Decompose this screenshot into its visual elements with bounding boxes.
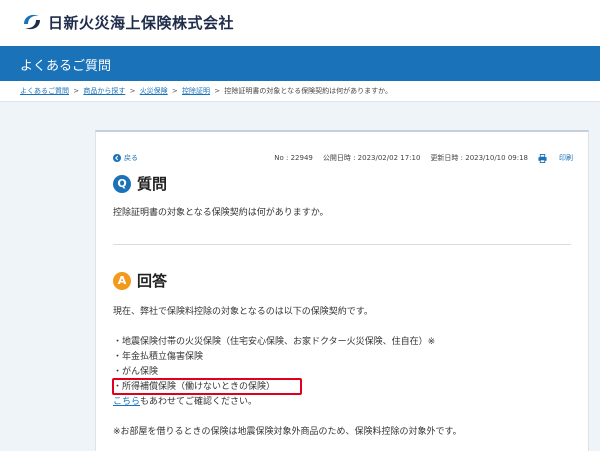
print-button[interactable]: 印刷 (538, 152, 573, 164)
back-link[interactable]: 戻る (113, 152, 138, 164)
faq-meta-row: 戻る No : 22949 公開日時 : 2023/02/02 17:10 更新… (113, 152, 573, 164)
see-also-line: こちらもあわせてご確認ください。 (113, 395, 462, 410)
updated-date: 更新日時 : 2023/10/10 09:18 (430, 154, 528, 162)
breadcrumb-search-by-product[interactable]: 商品から探す (83, 87, 125, 95)
highlight-box (112, 378, 302, 395)
faq-card: 戻る No : 22949 公開日時 : 2023/02/02 17:10 更新… (95, 130, 589, 451)
faq-number: No : 22949 (274, 154, 313, 162)
page-title-bar: よくあるご質問 (0, 46, 600, 81)
company-name: 日新火災海上保険株式会社 (48, 13, 235, 32)
answer-badge-icon: A (113, 271, 131, 290)
printer-icon (538, 153, 547, 163)
breadcrumb-separator: > (73, 87, 80, 95)
faq-meta-info: No : 22949 公開日時 : 2023/02/02 17:10 更新日時 … (264, 152, 573, 164)
question-badge-icon: Q (113, 174, 131, 193)
question-heading: Q 質問 (113, 173, 167, 194)
back-arrow-icon (113, 154, 121, 162)
breadcrumb-separator: > (171, 87, 178, 95)
breadcrumb-separator: > (214, 87, 221, 95)
answer-title: 回答 (137, 272, 168, 290)
see-also-link[interactable]: こちら (113, 397, 140, 407)
breadcrumb: よくあるご質問 > 商品から探す > 火災保険 > 控除証明 > 控除証明書の対… (0, 81, 600, 102)
back-label: 戻る (124, 154, 138, 162)
breadcrumb-current: 控除証明書の対象となる保険契約は何がありますか。 (224, 87, 393, 95)
answer-heading: A 回答 (113, 270, 167, 291)
site-header: 日新火災海上保険株式会社 (0, 0, 600, 46)
question-text: 控除証明書の対象となる保険契約は何がありますか。 (113, 208, 329, 218)
question-title: 質問 (137, 175, 168, 193)
published-date: 公開日時 : 2023/02/02 17:10 (322, 154, 421, 162)
page-title: よくあるご質問 (20, 59, 112, 74)
see-also-text: もあわせてご確認ください。 (140, 397, 258, 407)
answer-body: 現在、弊社で保険料控除の対象となるのは以下の保険契約です。 ・地震保険付帯の火災… (113, 305, 462, 440)
company-logo[interactable]: 日新火災海上保険株式会社 (20, 10, 234, 34)
nisshin-logo-icon (24, 14, 40, 30)
list-item: ・地震保険付帯の火災保険（住宅安心保険、お家ドクター火災保険、住自在）※ (113, 337, 436, 347)
print-label: 印刷 (559, 154, 573, 162)
breadcrumb-faq[interactable]: よくあるご質問 (20, 87, 69, 95)
section-divider (113, 244, 571, 245)
answer-note: ※お部屋を借りるときの保険は地震保険対象外商品のため、保険料控除の対象外です。 (113, 427, 462, 437)
list-item: ・年金払積立傷害保険 (113, 352, 204, 362)
answer-intro: 現在、弊社で保険料控除の対象となるのは以下の保険契約です。 (113, 307, 373, 317)
breadcrumb-fire-insurance[interactable]: 火災保険 (140, 87, 168, 95)
breadcrumb-separator: > (129, 87, 136, 95)
breadcrumb-deduction-certificate[interactable]: 控除証明 (182, 87, 210, 95)
